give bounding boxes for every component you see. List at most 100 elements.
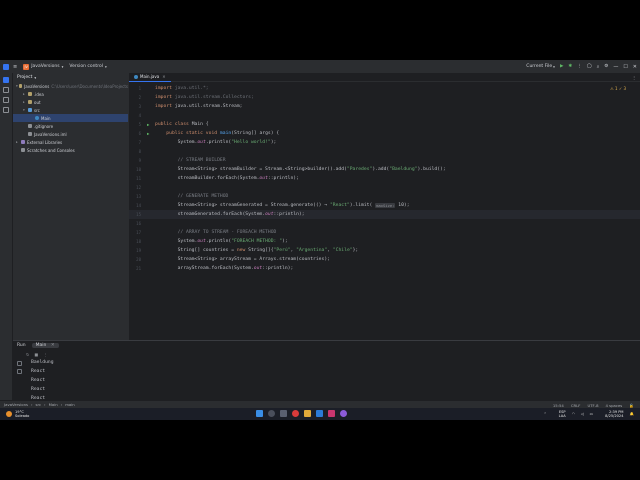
more-icon[interactable]: ⋮ [43, 352, 47, 357]
weather-widget[interactable]: 19°C Soleado [6, 410, 29, 418]
code-line[interactable]: 4 [129, 111, 640, 120]
more-actions-icon[interactable]: ⋮ [577, 64, 582, 69]
code-line[interactable]: 17 // ARRAY TO STREAM - FOREACH METHOD [129, 228, 640, 237]
more-tabs-icon[interactable]: ⋮ [632, 75, 636, 80]
lock-icon[interactable]: 🔓 [629, 403, 634, 408]
editor-actions: ⋮ [632, 73, 636, 82]
run-gutter-icon[interactable]: ▶ [147, 122, 155, 127]
tree-item[interactable]: ▾ src [13, 106, 128, 114]
breadcrumb-item[interactable]: src [36, 402, 42, 407]
project-panel-header[interactable]: Project ▾ [13, 73, 128, 82]
more-tools-icon[interactable] [3, 107, 9, 113]
windows-start-icon[interactable] [256, 410, 263, 417]
console-line: React [31, 378, 46, 383]
code-line[interactable]: 21 arrayStream.forEach(System. out::print… [129, 264, 640, 273]
code-line[interactable]: 9 // STREAM BUILDER [129, 156, 640, 165]
close-tab-icon[interactable]: ✕ [162, 74, 165, 79]
run-gutter-icon[interactable]: ▶ [147, 131, 155, 136]
stop-icon[interactable]: ■ [34, 352, 38, 357]
close-icon[interactable]: ✕ [633, 64, 637, 70]
edge-browser-icon[interactable] [316, 410, 323, 417]
run-icon[interactable]: ▶ [560, 64, 563, 69]
run-panel-header: Run Main ✕ [13, 341, 640, 350]
code-line[interactable]: 20 Stream<String> arrayStream = Arrays.s… [129, 255, 640, 264]
code-token: System. [155, 239, 198, 244]
run-config-selector[interactable]: Current File [526, 64, 552, 69]
close-tab-icon[interactable]: ✕ [51, 343, 55, 348]
tree-item[interactable]: Main [13, 114, 128, 122]
code-line[interactable]: 5 ▶ public class Main { [129, 120, 640, 129]
wifi-icon[interactable]: ◠ [572, 412, 575, 416]
project-tool-icon[interactable] [3, 77, 9, 83]
code-token: "Chile" [332, 248, 353, 253]
user-icon[interactable]: ◯ [587, 64, 592, 69]
file-explorer-icon[interactable] [304, 410, 311, 417]
code-line[interactable]: 7 System. out .println("Hello world!"); [129, 138, 640, 147]
caret-position[interactable]: 15:54 [553, 403, 564, 408]
code-line[interactable]: 3 import java.util.stream.Stream; [129, 102, 640, 111]
opera-browser-icon[interactable] [292, 410, 299, 417]
tab-main-java[interactable]: Main.java ✕ [129, 73, 171, 82]
tray-chevron-icon[interactable]: ⌃ [544, 412, 547, 416]
code-line[interactable]: 12 [129, 183, 640, 192]
code-line[interactable]: 11 streamBuilder.forEach(System. out::pri… [129, 174, 640, 183]
left-toolbar [0, 73, 13, 400]
scroll-down-icon[interactable] [16, 369, 22, 374]
vcs-widget[interactable]: Version control ▾ [69, 64, 106, 69]
indent-setting[interactable]: 4 spaces [606, 403, 623, 408]
breadcrumb-item[interactable]: JavaVersions [4, 402, 28, 407]
maximize-icon[interactable]: ☐ [623, 64, 627, 70]
scroll-up-icon[interactable] [16, 361, 22, 366]
settings-icon[interactable]: ⚙ [604, 64, 608, 69]
code-line[interactable]: 18 System. out .println("FOREACH METHOD: "… [129, 237, 640, 246]
code-line[interactable]: 16 [129, 219, 640, 228]
file-encoding[interactable]: UTF-8 [587, 403, 598, 408]
intellij-logo-icon[interactable] [3, 63, 9, 70]
run-panel-title[interactable]: Run [17, 343, 26, 348]
line-number: 15 [136, 212, 141, 217]
main-menu-icon[interactable]: ≡ [13, 64, 17, 70]
code-area[interactable]: 1 import java.util.*; 2 import java.util.st… [129, 84, 640, 273]
search-icon[interactable] [268, 410, 275, 417]
tree-item[interactable]: .gitignore [13, 122, 128, 130]
line-separator[interactable]: CRLF [571, 403, 581, 408]
language-indicator[interactable]: ESP LAA [553, 410, 566, 418]
structure-tool-icon[interactable] [3, 97, 9, 103]
code-line[interactable]: 2 import java.util.stream.Collectors; [129, 93, 640, 102]
breadcrumb-item[interactable]: main [65, 402, 75, 407]
code-token: Stream<String> streamGenerated = Stream.… [155, 203, 330, 208]
code-line[interactable]: 1 import java.util.*; [129, 84, 640, 93]
volume-icon[interactable]: ◁ [581, 412, 584, 416]
notifications-icon[interactable]: 🔔 [630, 412, 634, 416]
battery-icon[interactable]: ▭ [590, 412, 593, 416]
task-view-icon[interactable] [280, 410, 287, 417]
code-editor[interactable]: Main.java ✕ ⋮ ⚠ 1 ✓ 3 1 import java.util.… [128, 73, 640, 340]
run-tab-main[interactable]: Main ✕ [31, 343, 59, 348]
code-token: ::println); [267, 176, 299, 181]
app-icon[interactable] [340, 410, 347, 417]
tree-item[interactable]: ▸ out [13, 98, 128, 106]
code-line[interactable]: 6 ▶ public static void main (String[] args… [129, 129, 640, 138]
debug-icon[interactable]: ✱ [568, 64, 572, 69]
code-line[interactable]: 13 // GENERATE METHOD [129, 192, 640, 201]
code-line[interactable]: 15 streamGenerated.forEach(System. out::p… [129, 210, 640, 219]
tree-item[interactable]: JavaVersions.iml [13, 130, 128, 138]
tree-item[interactable]: ▸ .idea [13, 90, 128, 98]
breadcrumb-item[interactable]: Main [49, 402, 58, 407]
code-line[interactable]: 14 Stream<String> streamGenerated = Stre… [129, 201, 640, 210]
clock[interactable]: 2:39 PM 8/25/2024 [599, 410, 623, 418]
search-icon[interactable]: ⌕ [597, 64, 600, 70]
tree-item[interactable]: ▾ JavaVersions C:\Users\user\Documents\Ide… [13, 82, 128, 90]
project-widget[interactable]: JV JavaVersions ▾ [23, 63, 63, 70]
title-bar: ≡ JV JavaVersions ▾ Version control ▾ Cu… [0, 60, 640, 73]
tree-item[interactable]: ▸ External Libraries [13, 138, 128, 146]
rerun-icon[interactable]: ↻ [26, 352, 29, 357]
commit-tool-icon[interactable] [3, 87, 9, 93]
code-line[interactable]: 19 String[] countries = new String[]{"Pe… [129, 246, 640, 255]
tree-item[interactable]: Scratches and Consoles [13, 146, 128, 154]
intellij-taskbar-icon[interactable] [328, 410, 335, 417]
code-token: String[]{ [248, 248, 274, 253]
code-line[interactable]: 8 [129, 147, 640, 156]
code-line[interactable]: 10 Stream<String> streamBuilder = Stream… [129, 165, 640, 174]
minimize-icon[interactable]: — [613, 64, 618, 70]
